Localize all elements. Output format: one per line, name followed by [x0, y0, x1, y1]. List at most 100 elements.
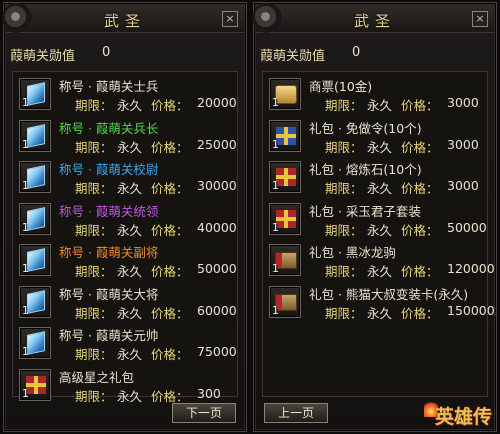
- item-slot[interactable]: 1: [269, 285, 301, 318]
- period-label: 期限：: [75, 222, 113, 238]
- game-logo: 英雄传: [434, 406, 492, 428]
- price-label: 价格：: [151, 264, 189, 279]
- shop-item[interactable]: 1 礼包 · 采玉君子套装 期限： 永久 价格： 50000: [265, 201, 487, 241]
- item-slot[interactable]: 1: [269, 244, 301, 276]
- price-value: 50000: [197, 261, 237, 276]
- shop-item[interactable]: 1 称号 · 葭萌关士兵 期限： 永久 价格： 20000: [15, 76, 237, 116]
- item-count: 1: [272, 262, 279, 275]
- crystal-icon: [27, 123, 45, 148]
- period-value: 永久: [117, 388, 143, 404]
- price-label: 价格：: [401, 305, 439, 321]
- title-bar: 武圣 ×: [252, 3, 494, 33]
- period-value: 永久: [367, 139, 393, 155]
- price-label: 价格：: [401, 181, 439, 196]
- period-value: 永久: [117, 139, 143, 155]
- item-slot[interactable]: 1: [269, 161, 301, 193]
- price-label: 价格：: [151, 347, 189, 362]
- price-label: 价格：: [401, 139, 439, 155]
- item-name: 称号 · 葭萌关统领: [59, 203, 159, 219]
- item-name: 称号 · 葭萌关兵长: [59, 120, 159, 136]
- gift-icon: [276, 209, 296, 228]
- item-slot[interactable]: 1: [19, 202, 51, 235]
- shop-item[interactable]: 1 称号 · 葭萌关大将 期限： 永久 价格： 60000: [15, 284, 237, 324]
- close-button[interactable]: ×: [222, 11, 238, 27]
- price-value: 75000: [197, 344, 237, 359]
- item-count: 1: [22, 179, 29, 192]
- period-value: 永久: [117, 181, 143, 196]
- price-value: 20000: [197, 95, 237, 110]
- shop-item[interactable]: 1 称号 · 葭萌关副将 期限： 永久 价格： 50000: [15, 242, 237, 282]
- item-name: 礼包 · 熔炼石(10个): [309, 162, 422, 177]
- period-label: 期限：: [325, 264, 363, 279]
- prev-page-button[interactable]: 上一页: [264, 403, 328, 423]
- item-slot[interactable]: 1: [19, 119, 51, 152]
- period-label: 期限：: [75, 264, 113, 279]
- price-value: 60000: [197, 302, 237, 318]
- period-label: 期限：: [75, 139, 113, 155]
- item-count: 1: [22, 137, 29, 151]
- price-value: 3000: [447, 178, 479, 193]
- shop-item[interactable]: 1 称号 · 葭萌关统领 期限： 永久 价格： 40000: [15, 201, 237, 241]
- item-slot[interactable]: 1: [19, 327, 51, 359]
- crystal-icon: [27, 331, 45, 355]
- item-count: 1: [22, 386, 29, 400]
- item-name: 称号 · 葭萌关大将: [59, 286, 159, 302]
- item-list: 1 称号 · 葭萌关士兵 期限： 永久 价格： 20000 1 称号 · 葭萌关兵长 期限： 永久…: [12, 71, 238, 404]
- gift-icon: [276, 168, 296, 186]
- price-label: 价格：: [401, 98, 439, 113]
- item-slot[interactable]: 1: [19, 161, 51, 193]
- item-count: 1: [272, 96, 279, 109]
- crystal-icon: [27, 248, 45, 272]
- price-label: 价格：: [151, 222, 189, 238]
- item-slot[interactable]: 1: [19, 368, 51, 401]
- item-slot[interactable]: 1: [269, 78, 301, 110]
- item-name: 商票(10金): [309, 79, 373, 94]
- item-count: 1: [22, 96, 29, 109]
- price-value: 25000: [197, 136, 237, 152]
- price-value: 3000: [447, 136, 479, 152]
- period-value: 永久: [367, 98, 393, 113]
- merit-display: 葭萌关勋值 0: [10, 45, 110, 64]
- shop-item[interactable]: 1 称号 · 葭萌关元帅 期限： 永久 价格： 75000: [15, 325, 237, 365]
- period-label: 期限：: [325, 98, 363, 113]
- shop-item[interactable]: 1 称号 · 葭萌关校尉 期限： 永久 价格： 30000: [15, 159, 237, 199]
- merit-value: 0: [102, 45, 111, 60]
- shop-panel-left: 武圣 × 葭萌关勋值 0 1 称号 · 葭萌关士兵 期限： 永久 价格： 20000 1 称号…: [2, 2, 247, 432]
- merit-label: 葭萌关勋值: [10, 49, 76, 64]
- item-count: 1: [272, 303, 279, 317]
- shop-item[interactable]: 1 礼包 · 黑冰龙驹 期限： 永久 价格： 120000: [265, 242, 495, 282]
- item-name: 礼包 · 免做令(10个): [309, 120, 422, 136]
- crystal-icon: [27, 165, 45, 189]
- item-name: 礼包 · 黑冰龙驹: [309, 245, 396, 260]
- shop-item[interactable]: 1 礼包 · 熔炼石(10个) 期限： 永久 价格： 3000: [265, 159, 485, 199]
- price-value: 120000: [447, 261, 495, 276]
- title-bar: 武圣 ×: [2, 3, 244, 33]
- shop-item[interactable]: 1 礼包 · 熊猫大叔变装卡(永久) 期限： 永久 价格： 150000: [265, 284, 495, 324]
- price-label: 价格：: [401, 222, 439, 238]
- item-slot[interactable]: 1: [269, 202, 301, 235]
- item-slot[interactable]: 1: [19, 244, 51, 276]
- price-value: 300: [197, 385, 221, 401]
- period-label: 期限：: [325, 305, 363, 321]
- shop-item[interactable]: 1 礼包 · 免做令(10个) 期限： 永久 价格： 3000: [265, 118, 485, 158]
- item-slot[interactable]: 1: [19, 78, 51, 110]
- item-name: 称号 · 葭萌关副将: [59, 245, 159, 260]
- period-label: 期限：: [75, 388, 113, 404]
- gift-icon: [26, 375, 46, 394]
- shop-item[interactable]: 1 称号 · 葭萌关兵长 期限： 永久 价格： 25000: [15, 118, 237, 158]
- item-count: 1: [22, 303, 29, 317]
- gift-icon: [276, 126, 296, 145]
- shop-item[interactable]: 1 商票(10金) 期限： 永久 价格： 3000: [265, 76, 485, 116]
- item-count: 1: [22, 345, 29, 358]
- item-slot[interactable]: 1: [269, 119, 301, 152]
- close-button[interactable]: ×: [472, 11, 488, 27]
- next-page-button[interactable]: 下一页: [172, 403, 236, 423]
- period-label: 期限：: [75, 98, 113, 113]
- item-count: 1: [22, 262, 29, 275]
- shop-item[interactable]: 1 高级星之礼包 期限： 永久 价格： 300: [15, 367, 235, 407]
- item-count: 1: [272, 220, 279, 234]
- period-value: 永久: [367, 305, 393, 321]
- price-value: 150000: [447, 302, 495, 318]
- item-slot[interactable]: 1: [19, 285, 51, 318]
- merit-display: 葭萌关勋值 0: [260, 45, 360, 64]
